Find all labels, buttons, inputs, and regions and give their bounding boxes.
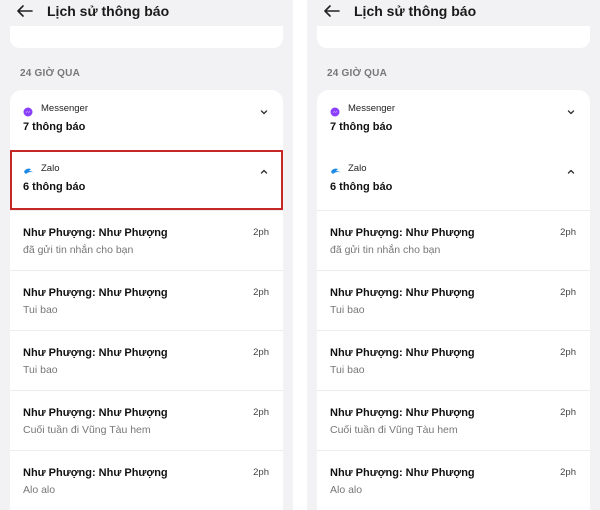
section-label: 24 GIỜ QUA xyxy=(20,68,80,79)
list-item[interactable]: Như Phượng: Như Phượng đã gửi tin nhắn c… xyxy=(317,210,590,270)
notification-message: Alo alo xyxy=(23,484,56,496)
page-title: Lịch sử thông báo xyxy=(354,3,477,19)
notification-sender: Như Phượng: Như Phượng xyxy=(330,287,475,299)
chevron-down-icon[interactable] xyxy=(259,104,269,115)
notification-time: 2ph xyxy=(560,407,576,418)
notification-time: 2ph xyxy=(560,347,576,358)
notification-message: đã gửi tin nhắn cho bạn xyxy=(23,244,134,256)
group-messenger[interactable]: Messenger 7 thông báo xyxy=(317,90,590,150)
notification-list: Messenger 7 thông báo Zalo 6 thông báo N… xyxy=(317,90,590,510)
notification-message: đã gửi tin nhắn cho bạn xyxy=(330,244,441,256)
zalo-icon xyxy=(330,164,341,174)
notification-time: 2ph xyxy=(253,227,269,238)
list-item[interactable]: Như Phượng: Như Phượng Alo alo 2ph xyxy=(10,450,283,510)
notification-message: Tui bao xyxy=(23,364,58,376)
notification-list: Messenger 7 thông báo Zalo 6 thông báo N… xyxy=(10,90,283,510)
top-bar: Lịch sử thông báo xyxy=(0,0,293,26)
group-app-name: Zalo xyxy=(348,163,367,174)
notification-sender: Như Phượng: Như Phượng xyxy=(330,407,475,419)
screenshot-right: Lịch sử thông báo 24 GIỜ QUA Messenger 7… xyxy=(307,0,600,510)
group-zalo[interactable]: Zalo 6 thông báo xyxy=(10,150,283,210)
notification-time: 2ph xyxy=(253,287,269,298)
list-item[interactable]: Như Phượng: Như Phượng Alo alo 2ph xyxy=(317,450,590,510)
group-count: 7 thông báo xyxy=(330,121,393,133)
notification-message: Tui bao xyxy=(330,364,365,376)
group-count: 7 thông báo xyxy=(23,121,86,133)
group-app-name: Zalo xyxy=(41,163,60,174)
section-label: 24 GIỜ QUA xyxy=(327,68,387,79)
previous-card xyxy=(10,26,283,48)
notification-message: Alo alo xyxy=(330,484,363,496)
notification-sender: Như Phượng: Như Phượng xyxy=(330,227,475,239)
group-count: 6 thông báo xyxy=(330,181,393,193)
group-app-name: Messenger xyxy=(41,103,88,114)
chevron-down-icon[interactable] xyxy=(566,104,576,115)
notification-sender: Như Phượng: Như Phượng xyxy=(23,347,168,359)
notification-time: 2ph xyxy=(253,347,269,358)
list-item[interactable]: Như Phượng: Như Phượng Tui bao 2ph xyxy=(10,270,283,330)
back-arrow-icon[interactable] xyxy=(323,2,341,20)
chevron-up-icon[interactable] xyxy=(566,164,576,174)
divider xyxy=(293,0,307,510)
notification-sender: Như Phượng: Như Phượng xyxy=(23,287,168,299)
list-item[interactable]: Như Phượng: Như Phượng Tui bao 2ph xyxy=(10,330,283,390)
notification-time: 2ph xyxy=(253,407,269,418)
list-item[interactable]: Như Phượng: Như Phượng Cuối tuần đi Vũng… xyxy=(317,390,590,450)
notification-time: 2ph xyxy=(253,467,269,478)
messenger-icon xyxy=(23,104,33,117)
list-item[interactable]: Như Phượng: Như Phượng Tui bao 2ph xyxy=(317,330,590,390)
notification-message: Cuối tuần đi Vũng Tàu hem xyxy=(23,424,151,436)
notification-sender: Như Phượng: Như Phượng xyxy=(330,347,475,359)
screenshot-left: Lịch sử thông báo 24 GIỜ QUA Messenger 7… xyxy=(0,0,293,510)
notification-sender: Như Phượng: Như Phượng xyxy=(23,227,168,239)
back-arrow-icon[interactable] xyxy=(16,2,34,20)
notification-time: 2ph xyxy=(560,467,576,478)
notification-time: 2ph xyxy=(560,227,576,238)
page-title: Lịch sử thông báo xyxy=(47,3,170,19)
previous-card xyxy=(317,26,590,48)
chevron-up-icon[interactable] xyxy=(259,164,269,174)
group-messenger[interactable]: Messenger 7 thông báo xyxy=(10,90,283,150)
group-zalo[interactable]: Zalo 6 thông báo xyxy=(317,150,590,210)
notification-message: Tui bao xyxy=(23,304,58,316)
list-item[interactable]: Như Phượng: Như Phượng đã gửi tin nhắn c… xyxy=(10,210,283,270)
group-app-name: Messenger xyxy=(348,103,395,114)
notification-time: 2ph xyxy=(560,287,576,298)
list-item[interactable]: Như Phượng: Như Phượng Tui bao 2ph xyxy=(317,270,590,330)
top-bar: Lịch sử thông báo xyxy=(307,0,600,26)
zalo-icon xyxy=(23,164,34,174)
messenger-icon xyxy=(330,104,340,117)
group-count: 6 thông báo xyxy=(23,181,86,193)
notification-message: Tui bao xyxy=(330,304,365,316)
notification-message: Cuối tuần đi Vũng Tàu hem xyxy=(330,424,458,436)
notification-sender: Như Phượng: Như Phượng xyxy=(330,467,475,479)
notification-sender: Như Phượng: Như Phượng xyxy=(23,407,168,419)
notification-sender: Như Phượng: Như Phượng xyxy=(23,467,168,479)
list-item[interactable]: Như Phượng: Như Phượng Cuối tuần đi Vũng… xyxy=(10,390,283,450)
